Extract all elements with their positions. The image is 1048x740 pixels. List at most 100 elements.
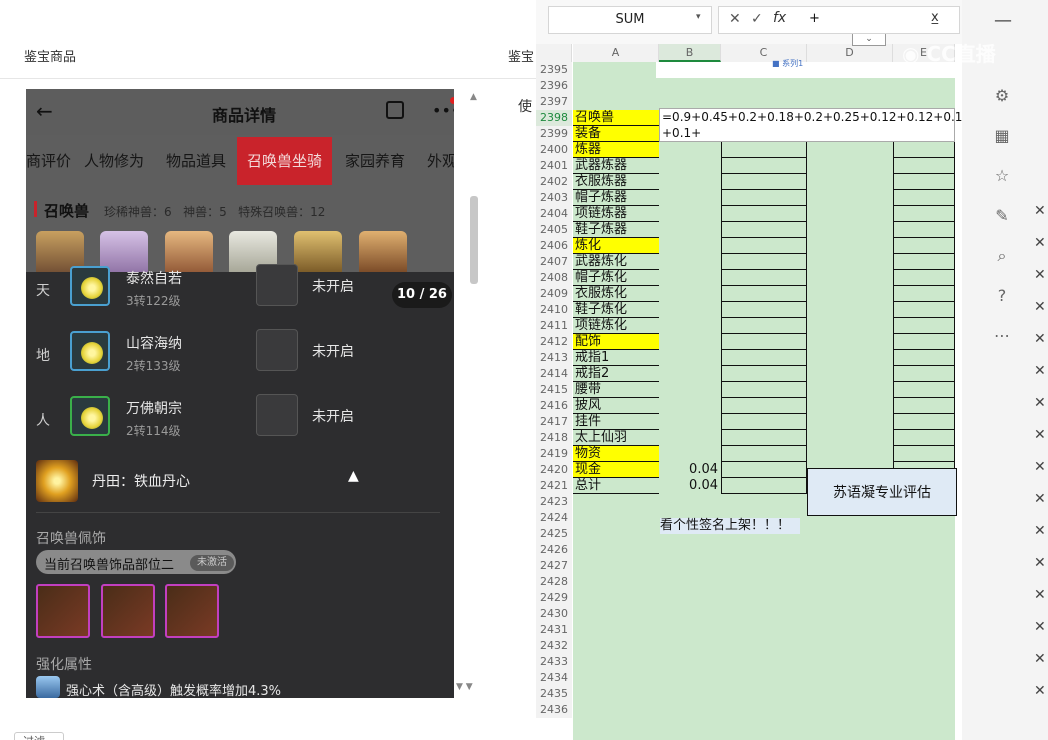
scroll-down-icon[interactable]: ▼ ▼	[456, 682, 473, 692]
tab-review[interactable]: 商评价	[26, 137, 71, 185]
row-number[interactable]: 2398	[536, 110, 572, 126]
cell-a[interactable]	[573, 78, 659, 94]
table-icon[interactable]: ▦	[992, 126, 1012, 146]
close-icon[interactable]: ✕	[1034, 588, 1048, 602]
cell-a[interactable]: 装备	[573, 126, 659, 142]
close-icon[interactable]: ✕	[1034, 492, 1048, 506]
row-number[interactable]: 2415	[536, 382, 572, 398]
close-icon[interactable]: ✕	[1034, 428, 1048, 442]
formula-edit-box[interactable]: =0.9+0.45+0.2+0.18+0.2+0.25+0.12+0.12+0.…	[659, 108, 962, 142]
cell-b[interactable]: 0.04	[660, 462, 720, 478]
cell-a[interactable]	[573, 622, 659, 638]
cell-a[interactable]: 鞋子炼化	[573, 302, 659, 318]
row-number[interactable]: 2406	[536, 238, 572, 254]
tab-character[interactable]: 人物修为	[84, 137, 144, 185]
row-number[interactable]: 2428	[536, 574, 572, 590]
right-tab-fragment[interactable]: 使	[518, 96, 532, 116]
cell-a[interactable]: 衣服炼化	[573, 286, 659, 302]
close-icon[interactable]: ✕	[1034, 556, 1048, 570]
cell-a[interactable]	[573, 94, 659, 110]
row-number[interactable]: 2418	[536, 430, 572, 446]
close-icon[interactable]: ✕	[1034, 396, 1048, 410]
row-number[interactable]: 2425	[536, 526, 572, 542]
cell-a[interactable]	[573, 526, 659, 542]
cell-a[interactable]: 衣服炼器	[573, 174, 659, 190]
cell-a[interactable]	[573, 654, 659, 670]
filter-icon[interactable]: ⚙	[992, 86, 1012, 106]
close-icon[interactable]: ✕	[1034, 524, 1048, 538]
cell-a[interactable]	[573, 702, 659, 718]
cell-a[interactable]: 武器炼器	[573, 158, 659, 174]
cell-a[interactable]: 戒指1	[573, 350, 659, 366]
row-number[interactable]: 2399	[536, 126, 572, 142]
cell-a[interactable]: 项链炼化	[573, 318, 659, 334]
cell-a[interactable]	[573, 638, 659, 654]
close-icon[interactable]: ✕	[1034, 332, 1048, 346]
column-header-b[interactable]: B	[659, 44, 721, 62]
share-icon[interactable]	[386, 101, 404, 119]
tab-items[interactable]: 物品道具	[166, 137, 226, 185]
close-icon[interactable]: ✕	[1034, 236, 1048, 250]
tab-home[interactable]: 家园养育	[345, 137, 405, 185]
row-number[interactable]: 2416	[536, 398, 572, 414]
function-icon[interactable]: fx	[773, 10, 786, 26]
row-number[interactable]: 2413	[536, 350, 572, 366]
cell-a[interactable]: 现金	[573, 462, 659, 478]
row-number[interactable]: 2420	[536, 462, 572, 478]
row-number[interactable]: 2397	[536, 94, 572, 110]
tab-summon-mount[interactable]: 召唤兽坐骑	[237, 137, 333, 185]
cell-a[interactable]: 腰带	[573, 382, 659, 398]
search-doc-icon[interactable]: ⌕	[992, 246, 1012, 266]
collapse-ribbon-icon[interactable]: ⌄	[852, 34, 886, 46]
cell-a[interactable]	[573, 542, 659, 558]
cell-a[interactable]	[573, 558, 659, 574]
row-number[interactable]: 2436	[536, 702, 572, 718]
row-number[interactable]: 2410	[536, 302, 572, 318]
corner-header[interactable]	[536, 44, 572, 62]
close-icon[interactable]: ✕	[1034, 652, 1048, 666]
row-number[interactable]: 2403	[536, 190, 572, 206]
lock-icon[interactable]	[256, 394, 298, 436]
row-number[interactable]: 2408	[536, 270, 572, 286]
row-number[interactable]: 2409	[536, 286, 572, 302]
minimize-icon[interactable]: —	[994, 10, 1012, 31]
formula-input[interactable]: +	[809, 11, 820, 26]
cell-a[interactable]	[573, 590, 659, 606]
cell-a[interactable]	[573, 62, 659, 78]
cell-a[interactable]	[573, 510, 659, 526]
lock-icon[interactable]	[256, 264, 298, 306]
close-icon[interactable]: ✕	[1034, 268, 1048, 282]
row-number[interactable]: 2405	[536, 222, 572, 238]
summon-avatar[interactable]	[359, 231, 407, 277]
skill-orb-icon[interactable]	[70, 396, 110, 436]
cell-a[interactable]: 炼器	[573, 142, 659, 158]
cell-a[interactable]: 鞋子炼器	[573, 222, 659, 238]
row-number[interactable]: 2417	[536, 414, 572, 430]
column-header-a[interactable]: A	[573, 44, 659, 62]
page-scrollbar-thumb[interactable]	[470, 196, 478, 284]
cell-b[interactable]: 0.04	[660, 478, 720, 494]
skill-orb-icon[interactable]	[70, 331, 110, 371]
name-box[interactable]: SUM	[548, 6, 712, 34]
row-number[interactable]: 2424	[536, 510, 572, 526]
row-number[interactable]: 2423	[536, 494, 572, 510]
close-icon[interactable]: ✕	[1034, 620, 1048, 634]
row-number[interactable]: 2429	[536, 590, 572, 606]
column-header-d[interactable]: D	[807, 44, 893, 62]
cell-a[interactable]	[573, 686, 659, 702]
formula-expand-icon[interactable]: x̲	[931, 10, 939, 25]
row-number[interactable]: 2430	[536, 606, 572, 622]
cell-a[interactable]	[573, 494, 659, 510]
row-number[interactable]: 2411	[536, 318, 572, 334]
name-box-dropdown-icon[interactable]: ▾	[696, 12, 701, 22]
cell-a[interactable]: 太上仙羽	[573, 430, 659, 446]
accessory-slot[interactable]	[165, 584, 219, 638]
filter-button[interactable]: 过滤	[14, 732, 64, 740]
cell-a[interactable]: 配饰	[573, 334, 659, 350]
cell-a[interactable]: 披风	[573, 398, 659, 414]
tab-appearance[interactable]: 外观	[427, 137, 454, 185]
row-number[interactable]: 2404	[536, 206, 572, 222]
cell-a[interactable]	[573, 670, 659, 686]
accessory-slot[interactable]	[101, 584, 155, 638]
cell-a[interactable]	[573, 574, 659, 590]
